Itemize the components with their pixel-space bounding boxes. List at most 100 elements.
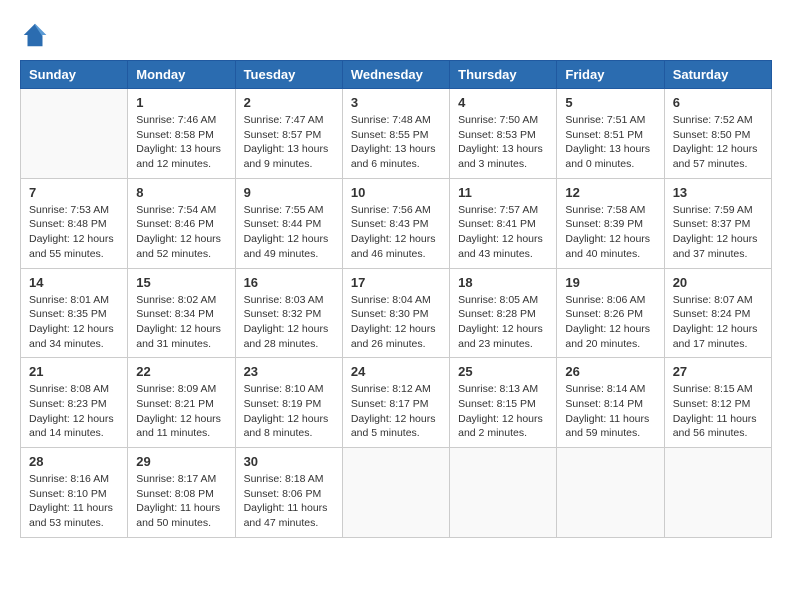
day-info: Sunrise: 8:15 AM Sunset: 8:12 PM Dayligh… — [673, 382, 763, 441]
column-header-friday: Friday — [557, 61, 664, 89]
day-number: 3 — [351, 95, 441, 110]
day-info: Sunrise: 7:54 AM Sunset: 8:46 PM Dayligh… — [136, 203, 226, 262]
page-header — [20, 20, 772, 50]
calendar-cell: 20 Sunrise: 8:07 AM Sunset: 8:24 PM Dayli… — [664, 268, 771, 358]
day-info: Sunrise: 8:06 AM Sunset: 8:26 PM Dayligh… — [565, 293, 655, 352]
calendar-cell — [557, 448, 664, 538]
day-number: 11 — [458, 185, 548, 200]
calendar-cell: 4 Sunrise: 7:50 AM Sunset: 8:53 PM Daylig… — [450, 89, 557, 179]
calendar-cell: 1 Sunrise: 7:46 AM Sunset: 8:58 PM Daylig… — [128, 89, 235, 179]
logo-icon — [20, 20, 50, 50]
calendar-cell — [21, 89, 128, 179]
calendar-cell: 9 Sunrise: 7:55 AM Sunset: 8:44 PM Daylig… — [235, 178, 342, 268]
day-info: Sunrise: 8:01 AM Sunset: 8:35 PM Dayligh… — [29, 293, 119, 352]
calendar-cell: 2 Sunrise: 7:47 AM Sunset: 8:57 PM Daylig… — [235, 89, 342, 179]
calendar-header-row: SundayMondayTuesdayWednesdayThursdayFrid… — [21, 61, 772, 89]
day-info: Sunrise: 8:03 AM Sunset: 8:32 PM Dayligh… — [244, 293, 334, 352]
day-number: 17 — [351, 275, 441, 290]
calendar-week-row: 14 Sunrise: 8:01 AM Sunset: 8:35 PM Dayli… — [21, 268, 772, 358]
day-number: 6 — [673, 95, 763, 110]
calendar-cell — [342, 448, 449, 538]
day-info: Sunrise: 7:51 AM Sunset: 8:51 PM Dayligh… — [565, 113, 655, 172]
calendar-cell — [664, 448, 771, 538]
day-number: 1 — [136, 95, 226, 110]
calendar-table: SundayMondayTuesdayWednesdayThursdayFrid… — [20, 60, 772, 538]
calendar-cell: 24 Sunrise: 8:12 AM Sunset: 8:17 PM Dayli… — [342, 358, 449, 448]
day-number: 26 — [565, 364, 655, 379]
day-info: Sunrise: 7:55 AM Sunset: 8:44 PM Dayligh… — [244, 203, 334, 262]
calendar-cell: 6 Sunrise: 7:52 AM Sunset: 8:50 PM Daylig… — [664, 89, 771, 179]
day-number: 15 — [136, 275, 226, 290]
day-info: Sunrise: 8:04 AM Sunset: 8:30 PM Dayligh… — [351, 293, 441, 352]
calendar-cell: 26 Sunrise: 8:14 AM Sunset: 8:14 PM Dayli… — [557, 358, 664, 448]
day-info: Sunrise: 7:46 AM Sunset: 8:58 PM Dayligh… — [136, 113, 226, 172]
calendar-cell: 7 Sunrise: 7:53 AM Sunset: 8:48 PM Daylig… — [21, 178, 128, 268]
day-info: Sunrise: 7:52 AM Sunset: 8:50 PM Dayligh… — [673, 113, 763, 172]
day-number: 16 — [244, 275, 334, 290]
day-number: 10 — [351, 185, 441, 200]
day-info: Sunrise: 8:17 AM Sunset: 8:08 PM Dayligh… — [136, 472, 226, 531]
calendar-cell: 17 Sunrise: 8:04 AM Sunset: 8:30 PM Dayli… — [342, 268, 449, 358]
calendar-cell: 23 Sunrise: 8:10 AM Sunset: 8:19 PM Dayli… — [235, 358, 342, 448]
day-info: Sunrise: 8:10 AM Sunset: 8:19 PM Dayligh… — [244, 382, 334, 441]
day-number: 18 — [458, 275, 548, 290]
day-info: Sunrise: 7:47 AM Sunset: 8:57 PM Dayligh… — [244, 113, 334, 172]
day-info: Sunrise: 8:08 AM Sunset: 8:23 PM Dayligh… — [29, 382, 119, 441]
calendar-cell: 29 Sunrise: 8:17 AM Sunset: 8:08 PM Dayli… — [128, 448, 235, 538]
day-number: 14 — [29, 275, 119, 290]
calendar-cell: 15Sunrise: 8:02 AM Sunset: 8:34 PM Dayli… — [128, 268, 235, 358]
day-info: Sunrise: 7:50 AM Sunset: 8:53 PM Dayligh… — [458, 113, 548, 172]
calendar-cell: 13Sunrise: 7:59 AM Sunset: 8:37 PM Dayli… — [664, 178, 771, 268]
calendar-cell: 5 Sunrise: 7:51 AM Sunset: 8:51 PM Daylig… — [557, 89, 664, 179]
column-header-monday: Monday — [128, 61, 235, 89]
calendar-cell: 18Sunrise: 8:05 AM Sunset: 8:28 PM Dayli… — [450, 268, 557, 358]
calendar-week-row: 1 Sunrise: 7:46 AM Sunset: 8:58 PM Daylig… — [21, 89, 772, 179]
calendar-cell: 19 Sunrise: 8:06 AM Sunset: 8:26 PM Dayli… — [557, 268, 664, 358]
calendar-cell: 21 Sunrise: 8:08 AM Sunset: 8:23 PM Dayli… — [21, 358, 128, 448]
day-info: Sunrise: 8:18 AM Sunset: 8:06 PM Dayligh… — [244, 472, 334, 531]
calendar-cell: 16 Sunrise: 8:03 AM Sunset: 8:32 PM Dayli… — [235, 268, 342, 358]
day-info: Sunrise: 7:58 AM Sunset: 8:39 PM Dayligh… — [565, 203, 655, 262]
day-info: Sunrise: 7:57 AM Sunset: 8:41 PM Dayligh… — [458, 203, 548, 262]
day-number: 2 — [244, 95, 334, 110]
day-number: 25 — [458, 364, 548, 379]
day-number: 28 — [29, 454, 119, 469]
day-number: 12 — [565, 185, 655, 200]
day-number: 19 — [565, 275, 655, 290]
day-info: Sunrise: 8:14 AM Sunset: 8:14 PM Dayligh… — [565, 382, 655, 441]
column-header-tuesday: Tuesday — [235, 61, 342, 89]
day-info: Sunrise: 8:09 AM Sunset: 8:21 PM Dayligh… — [136, 382, 226, 441]
day-number: 30 — [244, 454, 334, 469]
day-info: Sunrise: 8:07 AM Sunset: 8:24 PM Dayligh… — [673, 293, 763, 352]
day-number: 29 — [136, 454, 226, 469]
calendar-cell: 11 Sunrise: 7:57 AM Sunset: 8:41 PM Dayli… — [450, 178, 557, 268]
calendar-cell: 8 Sunrise: 7:54 AM Sunset: 8:46 PM Daylig… — [128, 178, 235, 268]
day-number: 21 — [29, 364, 119, 379]
column-header-saturday: Saturday — [664, 61, 771, 89]
day-number: 24 — [351, 364, 441, 379]
day-info: Sunrise: 7:53 AM Sunset: 8:48 PM Dayligh… — [29, 203, 119, 262]
calendar-cell: 25 Sunrise: 8:13 AM Sunset: 8:15 PM Dayli… — [450, 358, 557, 448]
day-info: Sunrise: 7:59 AM Sunset: 8:37 PM Dayligh… — [673, 203, 763, 262]
calendar-cell: 30 Sunrise: 8:18 AM Sunset: 8:06 PM Dayli… — [235, 448, 342, 538]
day-number: 8 — [136, 185, 226, 200]
day-number: 9 — [244, 185, 334, 200]
day-number: 7 — [29, 185, 119, 200]
day-number: 5 — [565, 95, 655, 110]
calendar-cell: 22Sunrise: 8:09 AM Sunset: 8:21 PM Dayli… — [128, 358, 235, 448]
column-header-wednesday: Wednesday — [342, 61, 449, 89]
calendar-week-row: 21 Sunrise: 8:08 AM Sunset: 8:23 PM Dayli… — [21, 358, 772, 448]
day-info: Sunrise: 8:13 AM Sunset: 8:15 PM Dayligh… — [458, 382, 548, 441]
calendar-week-row: 7 Sunrise: 7:53 AM Sunset: 8:48 PM Daylig… — [21, 178, 772, 268]
day-number: 4 — [458, 95, 548, 110]
calendar-cell — [450, 448, 557, 538]
calendar-cell: 28Sunrise: 8:16 AM Sunset: 8:10 PM Dayli… — [21, 448, 128, 538]
day-info: Sunrise: 8:12 AM Sunset: 8:17 PM Dayligh… — [351, 382, 441, 441]
calendar-cell: 3Sunrise: 7:48 AM Sunset: 8:55 PM Daylig… — [342, 89, 449, 179]
day-number: 20 — [673, 275, 763, 290]
day-info: Sunrise: 7:56 AM Sunset: 8:43 PM Dayligh… — [351, 203, 441, 262]
calendar-cell: 27Sunrise: 8:15 AM Sunset: 8:12 PM Dayli… — [664, 358, 771, 448]
day-number: 23 — [244, 364, 334, 379]
calendar-week-row: 28Sunrise: 8:16 AM Sunset: 8:10 PM Dayli… — [21, 448, 772, 538]
calendar-cell: 10 Sunrise: 7:56 AM Sunset: 8:43 PM Dayli… — [342, 178, 449, 268]
